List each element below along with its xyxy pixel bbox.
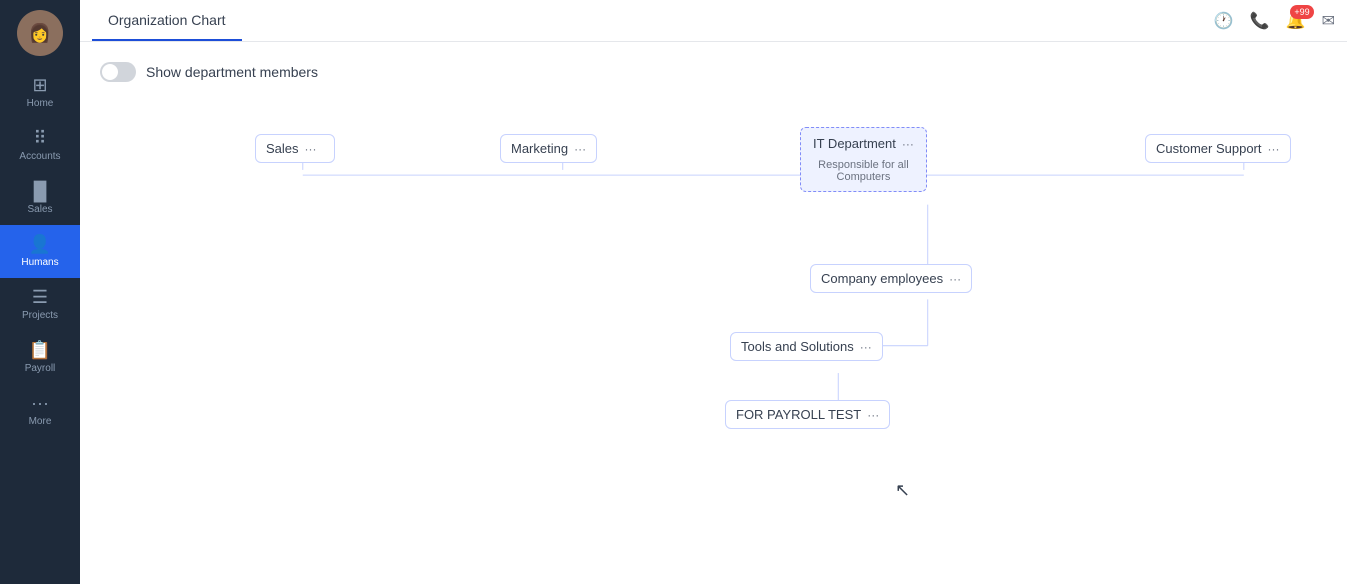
node-it-dots[interactable]: ··· xyxy=(902,137,914,151)
sidebar-label-projects: Projects xyxy=(22,310,58,321)
payroll-icon: 📋 xyxy=(29,341,51,359)
more-icon: ··· xyxy=(31,394,49,412)
node-support-label: Customer Support xyxy=(1156,141,1262,156)
sidebar-label-accounts: Accounts xyxy=(19,151,60,162)
toggle-knob xyxy=(102,64,118,80)
tab-label: Organization Chart xyxy=(108,12,226,28)
topbar-icons: 🕐 📞 🔔 +99 ✉ xyxy=(1214,11,1335,31)
node-marketing-dots[interactable]: ··· xyxy=(574,142,586,156)
mail-icon: ✉ xyxy=(1322,13,1335,30)
sidebar-item-more[interactable]: ··· More xyxy=(0,384,80,437)
topbar-tabs: Organization Chart xyxy=(92,0,242,41)
notification-badge: +99 xyxy=(1290,5,1313,20)
bell-icon-btn[interactable]: 🔔 +99 xyxy=(1286,11,1306,31)
sidebar-item-projects[interactable]: ☰ Projects xyxy=(0,278,80,331)
accounts-icon: ⠿ xyxy=(33,129,46,147)
node-company-label: Company employees xyxy=(821,271,943,286)
avatar[interactable]: 👩 xyxy=(17,10,63,56)
node-tools-dots[interactable]: ··· xyxy=(860,340,872,354)
node-payroll-dots[interactable]: ··· xyxy=(867,408,879,422)
content-area: Show department members xyxy=(80,42,1347,584)
sidebar-label-payroll: Payroll xyxy=(25,363,56,374)
node-it-subtitle: Responsible for allComputers xyxy=(818,159,909,183)
main-content: Organization Chart 🕐 📞 🔔 +99 ✉ xyxy=(80,0,1347,584)
org-node-tools[interactable]: Tools and Solutions ··· xyxy=(730,332,883,361)
topbar: Organization Chart 🕐 📞 🔔 +99 ✉ xyxy=(80,0,1347,42)
sidebar-item-payroll[interactable]: 📋 Payroll xyxy=(0,331,80,384)
clock-icon: 🕐 xyxy=(1214,13,1234,30)
mail-icon-btn[interactable]: ✉ xyxy=(1322,11,1335,31)
sidebar-label-humans: Humans xyxy=(21,257,58,268)
sidebar-item-accounts[interactable]: ⠿ Accounts xyxy=(0,119,80,172)
toggle-label: Show department members xyxy=(146,64,318,80)
org-node-payroll-test[interactable]: FOR PAYROLL TEST ··· xyxy=(725,400,890,429)
node-support-dots[interactable]: ··· xyxy=(1268,142,1280,156)
clock-icon-btn[interactable]: 🕐 xyxy=(1214,11,1234,31)
org-node-it[interactable]: IT Department ··· Responsible for allCom… xyxy=(800,127,927,192)
org-node-support[interactable]: Customer Support ··· xyxy=(1145,134,1291,163)
sidebar-item-home[interactable]: ⊞ Home xyxy=(0,66,80,119)
node-tools-label: Tools and Solutions xyxy=(741,339,854,354)
node-company-dots[interactable]: ··· xyxy=(949,272,961,286)
org-chart: Sales ··· Marketing ··· IT Department ··… xyxy=(100,112,1327,512)
show-members-toggle[interactable] xyxy=(100,62,136,82)
org-chart-lines xyxy=(100,112,1327,512)
phone-icon: 📞 xyxy=(1250,13,1270,30)
home-icon: ⊞ xyxy=(32,76,47,94)
sidebar-label-sales: Sales xyxy=(27,204,52,215)
cursor-pointer: ↖ xyxy=(895,480,910,501)
tab-organization-chart[interactable]: Organization Chart xyxy=(92,0,242,41)
org-node-sales[interactable]: Sales ··· xyxy=(255,134,335,163)
node-sales-label: Sales xyxy=(266,141,299,156)
org-node-company[interactable]: Company employees ··· xyxy=(810,264,972,293)
projects-icon: ☰ xyxy=(32,288,48,306)
node-it-label: IT Department xyxy=(813,136,896,151)
sidebar: 👩 ⊞ Home ⠿ Accounts ▐▌ Sales 👤 Humans ☰ … xyxy=(0,0,80,584)
node-marketing-label: Marketing xyxy=(511,141,568,156)
node-sales-dots[interactable]: ··· xyxy=(305,142,317,156)
sidebar-label-home: Home xyxy=(27,98,54,109)
org-node-marketing[interactable]: Marketing ··· xyxy=(500,134,597,163)
sidebar-item-sales[interactable]: ▐▌ Sales xyxy=(0,172,80,225)
node-payroll-label: FOR PAYROLL TEST xyxy=(736,407,861,422)
sidebar-label-more: More xyxy=(29,416,52,427)
toggle-row: Show department members xyxy=(100,62,1327,82)
phone-icon-btn[interactable]: 📞 xyxy=(1250,11,1270,31)
humans-icon: 👤 xyxy=(29,235,51,253)
sales-icon: ▐▌ xyxy=(27,182,53,200)
sidebar-item-humans[interactable]: 👤 Humans xyxy=(0,225,80,278)
